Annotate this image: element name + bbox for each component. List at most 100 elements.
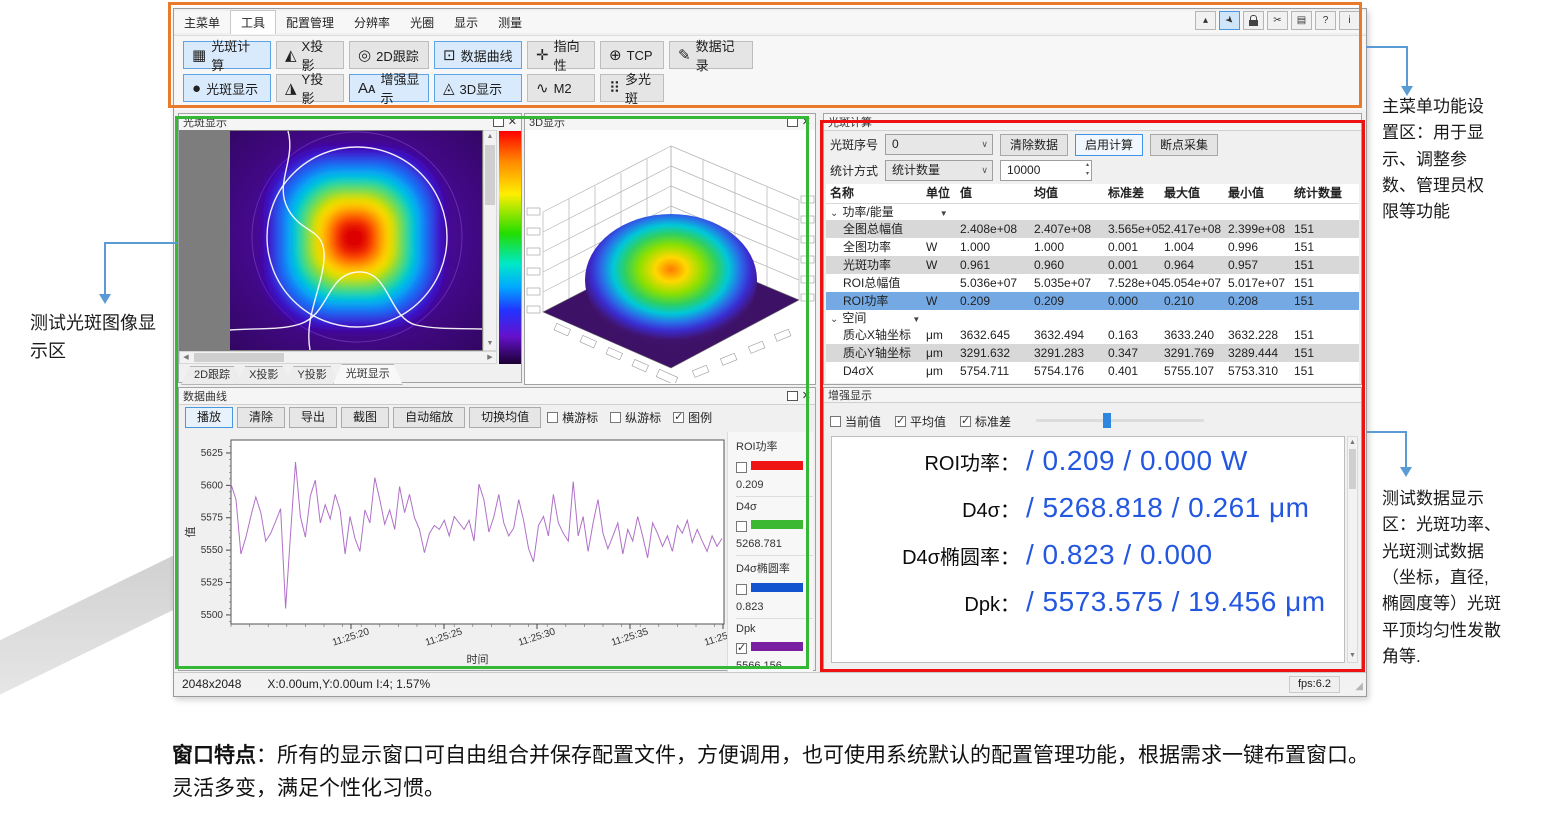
close-icon[interactable]: ✕ — [508, 117, 517, 128]
table-row[interactable]: 质心Y轴坐标μm3291.6323291.2830.3473291.769328… — [826, 344, 1359, 362]
data-record-button[interactable]: ✎数据记录 — [669, 41, 753, 69]
beam-image[interactable] — [230, 131, 482, 355]
curve-checkbox[interactable]: 横游标 — [547, 409, 604, 426]
checked-checkbox[interactable] — [736, 643, 747, 654]
unchecked-checkbox[interactable] — [736, 584, 747, 595]
table-row[interactable]: D4σXμm5754.7115754.1760.4015755.1075753.… — [826, 362, 1359, 380]
column-header[interactable]: 标准差 — [1108, 184, 1164, 203]
checked-checkbox[interactable] — [673, 412, 684, 423]
group-row[interactable]: ⌄空间▼ — [826, 310, 1359, 326]
group-row[interactable]: ⌄功率/能量▼ — [826, 204, 1359, 220]
close-icon[interactable]: ✕ — [802, 117, 811, 128]
toggle-mean-button[interactable]: 切换均值 — [469, 407, 541, 428]
clear-button[interactable]: 清除 — [237, 407, 285, 428]
spot-seq-select[interactable]: 0 ∨ — [885, 134, 993, 155]
spot-display-button[interactable]: ●光斑显示 — [183, 74, 271, 102]
auto-scale-button[interactable]: 自动缩放 — [393, 407, 465, 428]
spot-calc-titlebar[interactable]: 光斑计算 — [824, 114, 1361, 131]
scroll-right-icon[interactable]: ▶ — [484, 352, 496, 363]
filter-down-icon[interactable]: ▼ — [940, 209, 948, 218]
scrollbar-thumb[interactable] — [194, 353, 284, 362]
unchecked-checkbox[interactable] — [736, 462, 747, 473]
tab-x-projection[interactable]: X投影 — [236, 366, 291, 385]
scroll-up-icon[interactable]: ▲ — [484, 131, 496, 143]
curve-checkbox[interactable]: 纵游标 — [610, 409, 667, 426]
restore-icon[interactable] — [787, 391, 798, 401]
y-projection-button[interactable]: ◮Y投影 — [276, 74, 344, 102]
play-button[interactable]: 播放 — [185, 407, 233, 428]
tab-y-projection[interactable]: Y投影 — [284, 366, 339, 385]
checked-checkbox[interactable] — [960, 416, 971, 427]
column-header[interactable]: 统计数量 — [1294, 184, 1359, 203]
resize-grip[interactable]: ◢ — [1355, 681, 1363, 692]
beam-horizontal-scrollbar[interactable]: ◀ ▶ — [179, 351, 497, 364]
menu-item-measurement[interactable]: 测量 — [488, 11, 532, 34]
pointing-button[interactable]: ✛指向性 — [527, 41, 595, 69]
clear-data-button[interactable]: 清除数据 — [1000, 134, 1068, 156]
scrollbar-thumb[interactable] — [1349, 449, 1356, 489]
unchecked-checkbox[interactable] — [547, 412, 558, 423]
menu-item-resolution[interactable]: 分辨率 — [344, 11, 400, 34]
scissors-icon[interactable]: ✂ — [1267, 11, 1288, 30]
2d-tracking-button[interactable]: ◎2D跟踪 — [349, 41, 429, 69]
lock-icon[interactable] — [1243, 11, 1264, 30]
3d-plot-body[interactable] — [525, 130, 815, 384]
stat-count-spinner[interactable]: 10000 ▴▾ — [1000, 160, 1092, 181]
collapse-icon[interactable]: ▴ — [1195, 11, 1216, 30]
filter-down-icon[interactable]: ▼ — [912, 315, 920, 324]
trend-chart[interactable]: 56255600557555505525550011:25:2011:25:25… — [181, 432, 729, 673]
m2-button[interactable]: ∿M2 — [527, 74, 595, 102]
screenshot-button[interactable]: 截图 — [341, 407, 389, 428]
column-header[interactable]: 最小值 — [1228, 184, 1294, 203]
slider-handle[interactable] — [1103, 413, 1111, 428]
pin-icon[interactable]: ➤ — [1219, 11, 1240, 30]
stat-mode-select[interactable]: 统计数量 ∨ — [885, 160, 993, 181]
enhanced-scrollbar[interactable]: ▲ ▼ — [1347, 436, 1358, 663]
scrollbar-thumb[interactable] — [485, 145, 495, 205]
data-curve-titlebar[interactable]: 数据曲线 ✕ — [179, 388, 815, 405]
tab-2d-tracking[interactable]: 2D跟踪 — [181, 366, 243, 385]
checked-checkbox[interactable] — [895, 416, 906, 427]
info-icon[interactable]: i — [1339, 11, 1360, 30]
table-row[interactable]: 全图功率W1.0001.0000.0011.0040.996151 — [826, 238, 1359, 256]
table-row[interactable]: 全图总幅值2.408e+082.407e+083.565e+052.417e+0… — [826, 220, 1359, 238]
scroll-down-icon[interactable]: ▼ — [484, 338, 496, 350]
unchecked-checkbox[interactable] — [736, 521, 747, 532]
scroll-down-icon[interactable]: ▼ — [1348, 650, 1357, 662]
enhanced-checkbox[interactable]: 平均值 — [895, 413, 952, 430]
menu-item-aperture[interactable]: 光圈 — [400, 11, 444, 34]
x-projection-button[interactable]: ◭X投影 — [276, 41, 344, 69]
spot-display-titlebar[interactable]: 光斑显示 ✕ — [179, 114, 521, 131]
table-row[interactable]: 光斑功率W0.9610.9600.0010.9640.957151 — [826, 256, 1359, 274]
enable-calc-button[interactable]: 启用计算 — [1075, 134, 1143, 156]
close-icon[interactable]: ✕ — [802, 391, 811, 402]
help-icon[interactable]: ? — [1315, 11, 1336, 30]
column-header[interactable]: 名称 — [826, 184, 926, 203]
spot-calc-button[interactable]: ▦光斑计算 — [183, 41, 271, 69]
beam-vertical-scrollbar[interactable]: ▲ ▼ — [483, 130, 497, 351]
curve-checkbox[interactable]: 图例 — [673, 409, 718, 426]
tcp-button[interactable]: ⊕TCP — [600, 41, 664, 69]
table-row[interactable]: 质心X轴坐标μm3632.6453632.4940.1633633.240363… — [826, 326, 1359, 344]
scroll-up-icon[interactable]: ▲ — [1348, 437, 1357, 449]
enhanced-slider[interactable] — [1036, 419, 1204, 422]
3d-display-button[interactable]: ◬3D显示 — [434, 74, 522, 102]
column-header[interactable]: 值 — [960, 184, 1034, 203]
enhanced-display-titlebar[interactable]: 增强显示 — [824, 388, 1361, 403]
statistics-table[interactable]: 名称单位值均值标准差最大值最小值统计数量⌄功率/能量▼全图总幅值2.408e+0… — [826, 184, 1359, 383]
restore-icon[interactable] — [787, 117, 798, 127]
enhanced-checkbox[interactable]: 当前值 — [830, 413, 887, 430]
scroll-left-icon[interactable]: ◀ — [180, 352, 192, 363]
tab-spot-display[interactable]: 光斑显示 — [333, 364, 403, 385]
multi-spot-button[interactable]: ⠿多光斑 — [600, 74, 664, 102]
data-curve-button[interactable]: ⊡数据曲线 — [434, 41, 522, 69]
table-row[interactable]: ROI总幅值5.036e+075.035e+077.528e+045.054e+… — [826, 274, 1359, 292]
document-icon[interactable]: ▤ — [1291, 11, 1312, 30]
export-button[interactable]: 导出 — [289, 407, 337, 428]
3d-display-titlebar[interactable]: 3D显示 ✕ — [525, 114, 815, 131]
column-header[interactable]: 均值 — [1034, 184, 1108, 203]
unchecked-checkbox[interactable] — [830, 416, 841, 427]
spinner-arrows-icon[interactable]: ▴▾ — [1086, 161, 1089, 179]
menu-item-tools[interactable]: 工具 — [230, 10, 276, 34]
menu-item-main-menu[interactable]: 主菜单 — [174, 11, 230, 34]
